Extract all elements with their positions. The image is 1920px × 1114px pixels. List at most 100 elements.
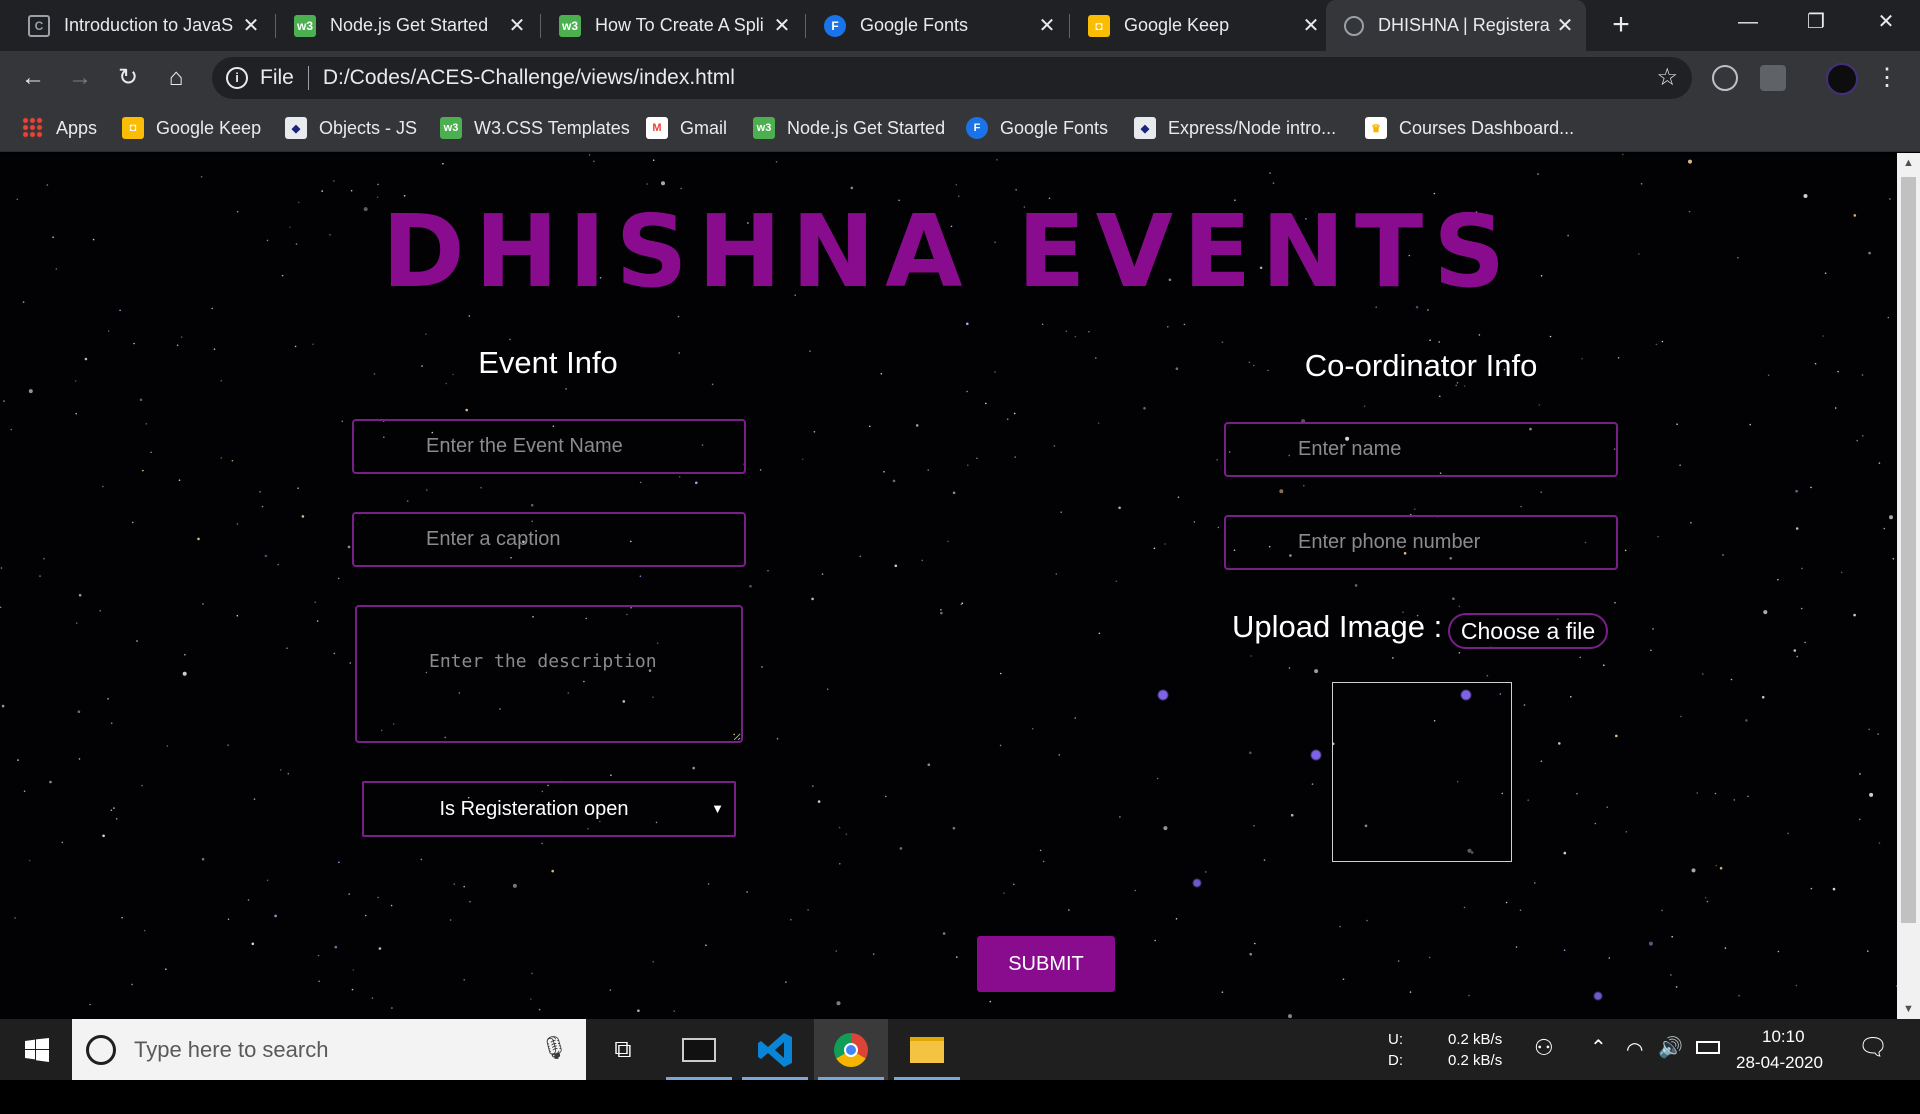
choose-file-button[interactable]: Choose a file <box>1448 613 1608 649</box>
star <box>1617 357 1620 359</box>
reload-icon[interactable]: ↻ <box>111 61 145 95</box>
star <box>463 979 466 981</box>
star <box>1156 777 1159 780</box>
tab-close-icon[interactable]: ✕ <box>1552 13 1578 38</box>
home-icon[interactable]: ⌂ <box>159 61 193 95</box>
star <box>1458 605 1461 608</box>
tab-close-icon[interactable]: ✕ <box>769 13 795 38</box>
bookmark-express-node-intro[interactable]: ◆ Express/Node intro... <box>1134 114 1336 142</box>
extension-square-icon[interactable] <box>1760 65 1786 91</box>
star <box>838 826 841 829</box>
submit-button[interactable]: SUBMIT <box>977 936 1115 992</box>
star <box>89 1003 91 1006</box>
bookmark-apps[interactable]: Apps <box>22 114 97 142</box>
battery-icon[interactable] <box>1696 1041 1720 1102</box>
tab-close-icon[interactable]: ✕ <box>1034 13 1060 38</box>
tab-close-icon[interactable]: ✕ <box>1298 13 1324 38</box>
menu-kebab-icon[interactable]: ⋮ <box>1870 61 1904 95</box>
star <box>1342 978 1345 980</box>
back-icon[interactable]: ← <box>16 61 50 95</box>
cortana-icon[interactable] <box>86 1034 116 1065</box>
caption-input[interactable] <box>352 512 746 567</box>
bookmark-objects-js[interactable]: ◆ Objects - JS <box>285 114 417 142</box>
tab-how-to-create-a-split[interactable]: w3 How To Create A Spli ✕ <box>541 0 803 51</box>
tab-introduction-to-javascript[interactable]: C Introduction to JavaS ✕ <box>10 0 272 51</box>
bookmark-star-icon[interactable]: ☆ <box>1656 63 1678 92</box>
star <box>425 333 427 335</box>
star <box>236 523 239 525</box>
star <box>1840 571 1843 574</box>
description-textarea[interactable] <box>355 605 743 743</box>
profile-avatar[interactable] <box>1826 63 1858 95</box>
star <box>1540 491 1542 494</box>
tab-close-icon[interactable]: ✕ <box>504 13 530 38</box>
star <box>994 371 996 373</box>
star <box>976 457 978 460</box>
registration-open-select[interactable]: Is Registeration open ▼ <box>362 781 736 837</box>
tab-dhishna-registeration[interactable]: DHISHNA | Registera ✕ <box>1326 0 1586 51</box>
forward-icon[interactable]: → <box>63 61 97 95</box>
star <box>317 954 320 957</box>
star <box>1614 601 1616 604</box>
star <box>351 988 354 991</box>
volume-icon[interactable]: 🔊 <box>1658 1035 1683 1096</box>
clock-date[interactable]: 28-04-2020 <box>1736 1053 1823 1114</box>
phone-number-input[interactable] <box>1224 515 1618 570</box>
file-explorer-app-icon[interactable] <box>890 1019 964 1080</box>
star <box>1719 866 1723 870</box>
tab-nodejs-get-started[interactable]: w3 Node.js Get Started ✕ <box>276 0 538 51</box>
restore-icon[interactable]: ❐ <box>1786 0 1846 44</box>
bookmark-w3css-templates[interactable]: w3 W3.CSS Templates <box>440 114 630 142</box>
star <box>220 457 222 459</box>
vscode-app-icon[interactable] <box>738 1019 812 1080</box>
page-scrollbar[interactable]: ▲ ▼ <box>1897 153 1920 1019</box>
star <box>680 187 682 190</box>
star <box>1031 727 1034 730</box>
scrollbar-thumb[interactable] <box>1901 177 1916 923</box>
event-name-input[interactable] <box>352 419 746 474</box>
address-bar[interactable]: i File D:/Codes/ACES-Challenge/views/ind… <box>212 57 1692 99</box>
minimize-icon[interactable]: — <box>1718 0 1778 44</box>
bookmark-courses-dashboard[interactable]: ♛ Courses Dashboard... <box>1365 114 1574 142</box>
star <box>999 672 1002 675</box>
task-view-icon[interactable]: ⧉ <box>586 1019 660 1080</box>
tab-google-keep[interactable]: ◘ Google Keep ✕ <box>1070 0 1332 51</box>
extension-bulb-icon[interactable] <box>1712 65 1738 91</box>
bookmark-nodejs-get-started[interactable]: w3 Node.js Get Started <box>753 114 945 142</box>
bookmark-google-fonts[interactable]: F Google Fonts <box>966 114 1108 142</box>
net-down-speed: 0.2 kB/s <box>1448 1052 1503 1069</box>
star <box>1704 896 1707 899</box>
star <box>364 914 367 917</box>
star <box>1837 370 1839 373</box>
chrome-app-icon[interactable] <box>814 1019 888 1080</box>
close-window-icon[interactable]: ✕ <box>1856 0 1916 44</box>
bookmark-icon: ◆ <box>285 117 307 139</box>
url-text[interactable]: D:/Codes/ACES-Challenge/views/index.html <box>323 66 735 90</box>
scroll-down-icon[interactable]: ▼ <box>1897 999 1920 1019</box>
bookmark-label: Apps <box>56 117 98 138</box>
tab-google-fonts[interactable]: F Google Fonts ✕ <box>806 0 1068 51</box>
windows-start-icon[interactable] <box>0 1019 74 1080</box>
tab-close-icon[interactable]: ✕ <box>238 13 264 38</box>
star <box>227 744 229 746</box>
terminal-app-icon[interactable] <box>662 1019 736 1080</box>
star <box>266 879 269 882</box>
bookmark-gmail[interactable]: M Gmail <box>646 114 727 142</box>
star <box>1290 813 1294 817</box>
star <box>1767 374 1770 376</box>
star <box>297 487 299 490</box>
show-hidden-icons-chevron-icon[interactable]: ⌃ <box>1590 1035 1607 1096</box>
star <box>609 989 612 991</box>
microphone-icon[interactable]: 🎙 <box>540 1035 568 1061</box>
wifi-icon[interactable]: ◠ <box>1626 1037 1643 1098</box>
star <box>1810 486 1812 489</box>
people-icon[interactable]: ⚇ <box>1534 1035 1554 1096</box>
new-tab-button[interactable]: + <box>1604 8 1638 42</box>
coordinator-name-input[interactable] <box>1224 422 1618 477</box>
star <box>1747 795 1749 798</box>
bookmark-google-keep[interactable]: ◘ Google Keep <box>122 114 261 142</box>
scroll-up-icon[interactable]: ▲ <box>1897 153 1920 173</box>
info-icon[interactable]: i <box>226 67 248 89</box>
taskbar-search-box[interactable]: Type here to search 🎙 <box>72 1019 586 1080</box>
action-center-icon[interactable]: 🗨 <box>1858 1033 1888 1094</box>
